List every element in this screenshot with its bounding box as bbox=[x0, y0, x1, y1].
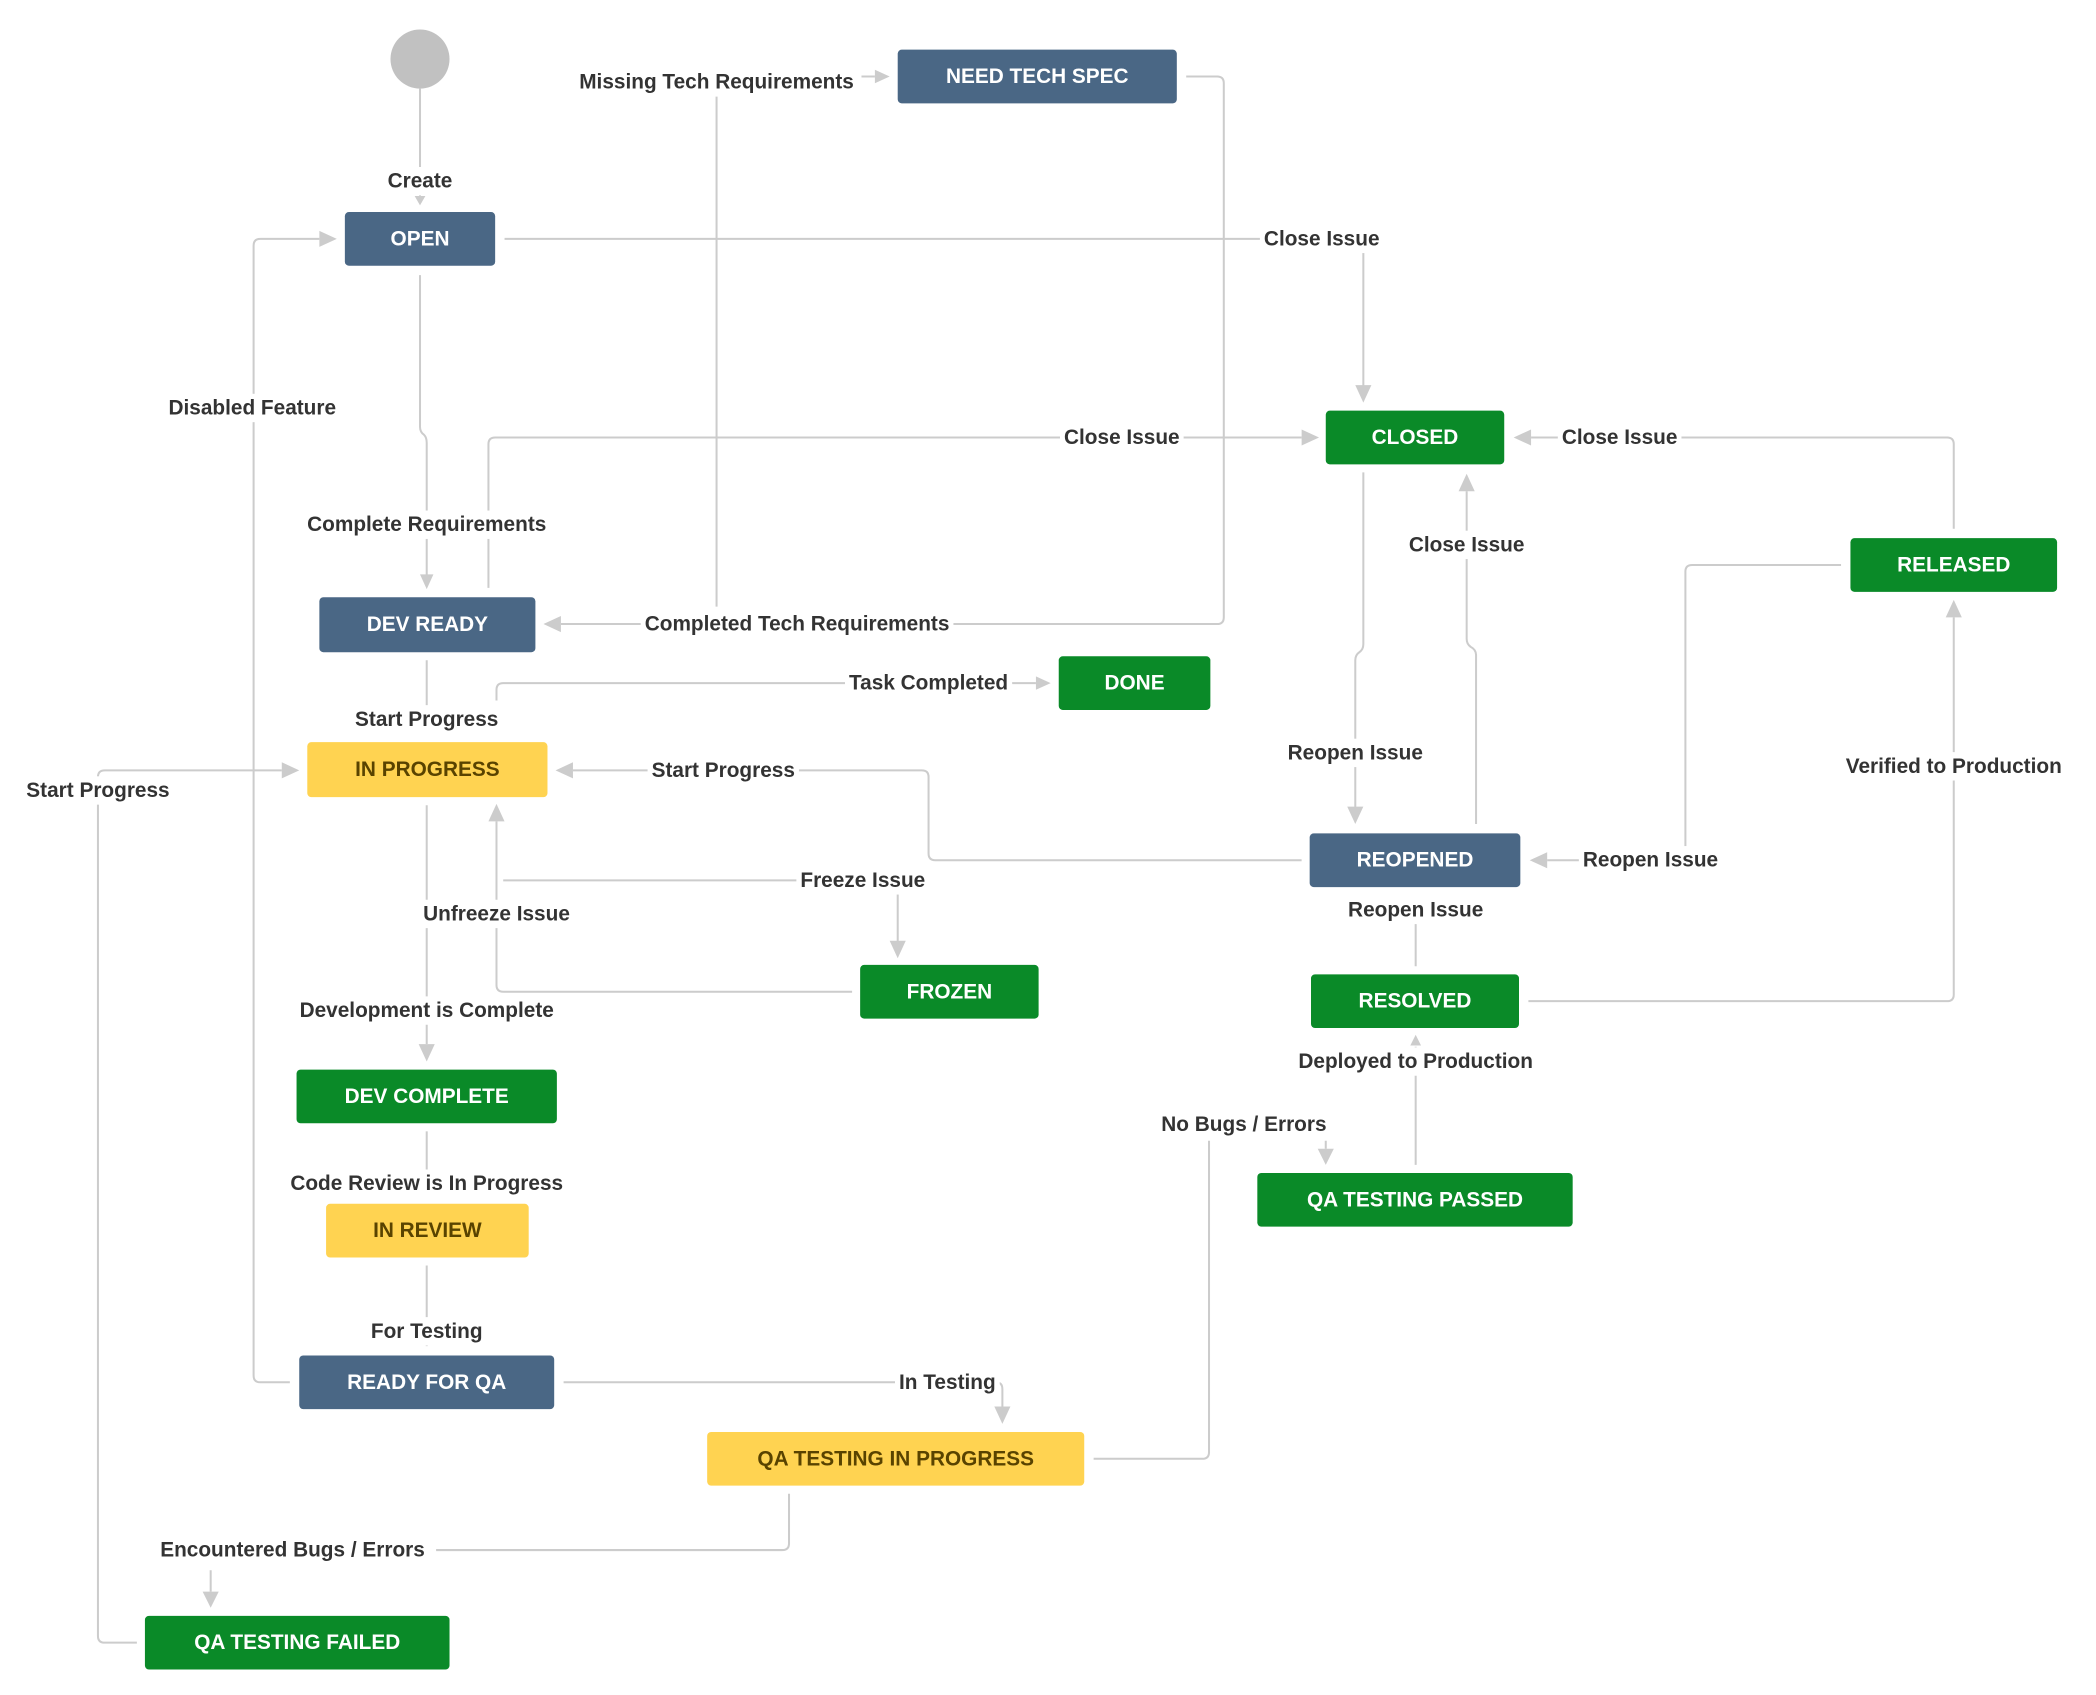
edge-missing-tech-requirements[interactable] bbox=[715, 75, 875, 607]
label-create[interactable]: Create bbox=[388, 170, 453, 193]
status-released[interactable]: RELEASED bbox=[1850, 538, 2058, 592]
arrow-freeze-issue bbox=[889, 940, 906, 959]
label-reopen-issue-released[interactable]: Reopen Issue bbox=[1583, 849, 1718, 872]
status-dev-complete[interactable]: DEV COMPLETE bbox=[296, 1069, 557, 1124]
label-in-testing[interactable]: In Testing bbox=[899, 1371, 996, 1394]
edge-labels: Create Complete Requirements Missing Tec… bbox=[22, 67, 2066, 1565]
arrow-create bbox=[414, 195, 426, 206]
arrow-close-issue-open bbox=[1355, 385, 1372, 403]
arrow-start-progress-failed bbox=[281, 762, 300, 779]
label-complete-requirements[interactable]: Complete Requirements bbox=[307, 513, 546, 536]
label-for-testing[interactable]: For Testing bbox=[371, 1320, 483, 1343]
arrow-missing-tech-requirements bbox=[874, 69, 890, 84]
edge-close-issue-dev-ready[interactable] bbox=[487, 436, 1302, 588]
nodes: OPEN NEED TECH SPEC CLOSED RELEASED DEV … bbox=[144, 29, 2058, 1670]
status-qa-testing-failed[interactable]: QA TESTING FAILED bbox=[144, 1615, 450, 1670]
status-frozen[interactable]: FROZEN bbox=[860, 964, 1039, 1019]
label-unfreeze-issue[interactable]: Unfreeze Issue bbox=[423, 902, 570, 925]
status-done[interactable]: DONE bbox=[1058, 656, 1211, 710]
label-encountered-bugs-errors[interactable]: Encountered Bugs / Errors bbox=[160, 1539, 425, 1562]
arrow-verified-to-production bbox=[1945, 599, 1962, 618]
edge-verified-to-production[interactable] bbox=[1528, 617, 1955, 1003]
label-task-completed[interactable]: Task Completed bbox=[849, 672, 1008, 695]
edge-reopen-issue-released[interactable] bbox=[1547, 563, 1842, 862]
label-close-issue-open[interactable]: Close Issue bbox=[1264, 227, 1380, 250]
arrow-development-is-complete bbox=[418, 1044, 435, 1062]
status-resolved[interactable]: RESOLVED bbox=[1311, 974, 1519, 1029]
arrow-no-bugs-errors bbox=[1317, 1148, 1334, 1165]
status-dev-ready[interactable]: DEV READY bbox=[319, 597, 536, 653]
label-close-issue-dev-ready[interactable]: Close Issue bbox=[1064, 426, 1180, 449]
label-start-progress-reopened[interactable]: Start Progress bbox=[652, 759, 795, 782]
arrow-close-issue-dev-ready bbox=[1301, 429, 1320, 446]
workflow-diagram: Create Complete Requirements Missing Tec… bbox=[22, 29, 2066, 1670]
arrow-encountered-bugs-errors bbox=[202, 1591, 219, 1608]
arrow-complete-requirements bbox=[420, 574, 434, 590]
arrow-disabled-feature bbox=[319, 230, 337, 247]
arrow-in-testing bbox=[994, 1406, 1011, 1424]
status-closed[interactable]: CLOSED bbox=[1325, 410, 1505, 465]
label-no-bugs-errors[interactable]: No Bugs / Errors bbox=[1161, 1113, 1326, 1136]
label-code-review-in-progress[interactable]: Code Review is In Progress bbox=[290, 1172, 563, 1195]
label-completed-tech-requirements[interactable]: Completed Tech Requirements bbox=[645, 613, 950, 636]
status-in-progress[interactable]: IN PROGRESS bbox=[307, 742, 548, 798]
arrow-completed-tech-requirements bbox=[543, 615, 561, 633]
arrow-unfreeze-issue bbox=[488, 803, 505, 822]
status-dev-ready-label: DEV READY bbox=[367, 613, 488, 636]
status-closed-label: CLOSED bbox=[1372, 426, 1459, 449]
label-close-issue-reopened[interactable]: Close Issue bbox=[1409, 533, 1525, 556]
label-close-issue-released[interactable]: Close Issue bbox=[1562, 426, 1678, 449]
status-dev-complete-label: DEV COMPLETE bbox=[345, 1085, 509, 1108]
status-open[interactable]: OPEN bbox=[344, 212, 496, 266]
status-need-tech-spec[interactable]: NEED TECH SPEC bbox=[897, 49, 1177, 104]
status-qa-testing-passed[interactable]: QA TESTING PASSED bbox=[1257, 1172, 1573, 1227]
status-open-label: OPEN bbox=[391, 227, 450, 250]
label-reopen-issue-resolved[interactable]: Reopen Issue bbox=[1348, 898, 1483, 921]
status-frozen-label: FROZEN bbox=[907, 980, 992, 1003]
label-start-progress-failed[interactable]: Start Progress bbox=[26, 779, 169, 802]
label-development-is-complete[interactable]: Development is Complete bbox=[300, 999, 554, 1022]
label-deployed-to-production[interactable]: Deployed to Production bbox=[1298, 1050, 1533, 1073]
status-in-progress-label: IN PROGRESS bbox=[355, 758, 500, 781]
status-done-label: DONE bbox=[1105, 672, 1165, 695]
arrow-task-completed bbox=[1035, 676, 1051, 690]
label-verified-to-production[interactable]: Verified to Production bbox=[1846, 755, 2062, 778]
label-reopen-issue-closed[interactable]: Reopen Issue bbox=[1288, 741, 1423, 764]
label-missing-tech-requirements[interactable]: Missing Tech Requirements bbox=[579, 70, 854, 93]
status-ready-for-qa-label: READY FOR QA bbox=[347, 1371, 506, 1394]
arrow-reopen-issue-released bbox=[1529, 852, 1548, 869]
status-qa-testing-failed-label: QA TESTING FAILED bbox=[194, 1631, 400, 1654]
status-in-review[interactable]: IN REVIEW bbox=[326, 1203, 529, 1258]
arrow-close-issue-released bbox=[1513, 429, 1532, 446]
arrow-deployed-to-production bbox=[1410, 1034, 1422, 1046]
arrow-reopen-issue-closed bbox=[1347, 806, 1364, 825]
edge-completed-tech-requirements[interactable] bbox=[560, 75, 1225, 626]
status-released-label: RELEASED bbox=[1897, 553, 2010, 576]
status-qa-testing-in-progress-label: QA TESTING IN PROGRESS bbox=[757, 1447, 1034, 1470]
status-reopened-label: REOPENED bbox=[1357, 849, 1474, 872]
label-freeze-issue[interactable]: Freeze Issue bbox=[800, 869, 925, 892]
status-ready-for-qa[interactable]: READY FOR QA bbox=[299, 1355, 555, 1410]
label-disabled-feature[interactable]: Disabled Feature bbox=[168, 396, 336, 419]
arrow-start-progress-reopened bbox=[555, 762, 573, 779]
edge-close-issue-open[interactable] bbox=[504, 237, 1365, 387]
status-resolved-label: RESOLVED bbox=[1359, 990, 1472, 1013]
label-start-progress-dev-ready[interactable]: Start Progress bbox=[355, 708, 498, 731]
status-reopened[interactable]: REOPENED bbox=[1309, 833, 1521, 888]
status-qa-testing-in-progress[interactable]: QA TESTING IN PROGRESS bbox=[707, 1431, 1085, 1486]
status-qa-testing-passed-label: QA TESTING PASSED bbox=[1307, 1188, 1523, 1211]
status-need-tech-spec-label: NEED TECH SPEC bbox=[946, 65, 1129, 88]
start-node[interactable] bbox=[390, 29, 450, 89]
arrow-close-issue-reopened bbox=[1458, 473, 1475, 492]
status-in-review-label: IN REVIEW bbox=[373, 1219, 482, 1242]
